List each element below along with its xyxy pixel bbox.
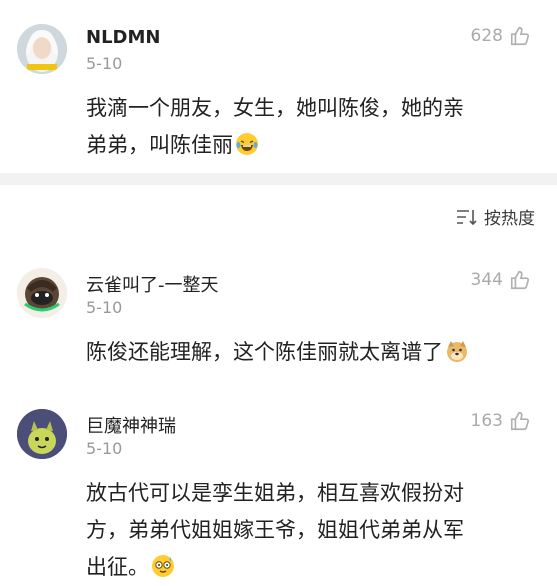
comment-date: 5-10 [86,54,123,73]
comment-line: 方，弟弟代姐姐嫁王爷，姐姐代弟弟从军 [86,518,464,542]
comment-text: 我滴一个朋友，女生，她叫陈俊，她的亲 弟弟，叫陈佳丽 [86,90,536,164]
thumbs-up-icon [510,26,530,46]
comment-line: 陈俊还能理解，这个陈佳丽就太离谱了 [86,334,536,371]
doge-emoji-icon [447,341,467,362]
like-count: 344 [470,270,503,290]
section-divider [0,173,557,185]
like-count: 628 [470,26,503,46]
thumbs-up-icon [510,270,530,290]
avatar[interactable] [17,24,67,74]
sort-toggle[interactable]: 按热度 [456,204,535,229]
comment-date: 5-10 [86,298,123,317]
sort-icon [457,209,477,225]
username[interactable]: NLDMN [86,27,160,48]
laughing-tears-emoji-icon [236,133,258,155]
avatar[interactable] [17,268,67,318]
comment-text: 放古代可以是孪生姐弟，相互喜欢假扮对 方，弟弟代姐姐嫁王爷，姐姐代弟弟从军 出征… [86,475,536,586]
avatar[interactable] [17,409,67,459]
like-count: 163 [470,411,503,431]
comment-line: 放古代可以是孪生姐弟，相互喜欢假扮对 [86,481,464,505]
sweat-smile-emoji-icon [152,555,174,577]
username[interactable]: 巨魔神神瑞 [86,412,176,438]
comment-date: 5-10 [86,439,123,458]
username[interactable]: 云雀叫了-一整天 [86,271,219,297]
like-button[interactable]: 163 [471,410,531,432]
comment-line-text: 弟弟，叫陈佳丽 [86,133,233,157]
sort-label: 按热度 [484,209,535,229]
comment-line: 我滴一个朋友，女生，她叫陈俊，她的亲 [86,96,464,120]
comment-text: 陈俊还能理解，这个陈佳丽就太离谱了 [86,334,536,371]
thumbs-up-icon [510,411,530,431]
comment-line-text: 陈俊还能理解，这个陈佳丽就太离谱了 [86,340,443,364]
comment-line-text: 出征。 [86,555,149,579]
comment-line: 弟弟，叫陈佳丽 [86,127,536,164]
comment-line: 出征。 [86,549,536,586]
like-button[interactable]: 628 [471,25,531,47]
like-button[interactable]: 344 [471,269,531,291]
